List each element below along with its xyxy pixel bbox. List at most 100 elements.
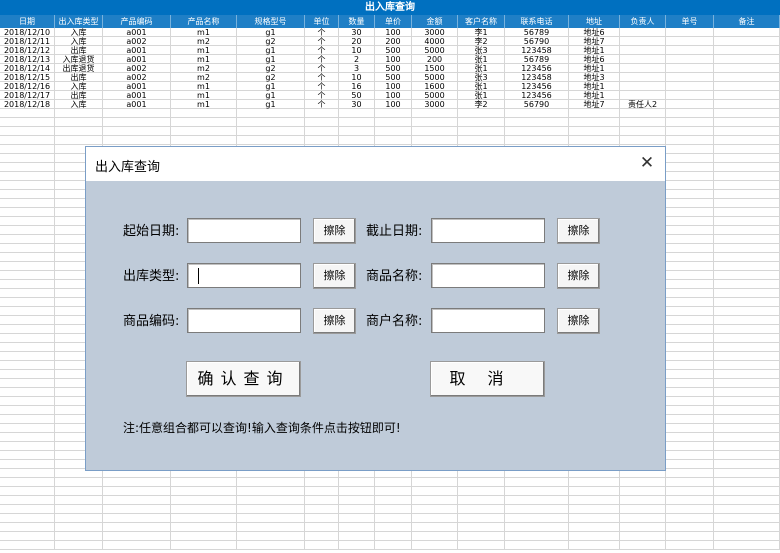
- table-cell[interactable]: 入库: [55, 100, 103, 109]
- table-cell[interactable]: [0, 460, 55, 469]
- table-cell[interactable]: [666, 397, 714, 406]
- table-cell[interactable]: [412, 487, 458, 496]
- table-cell[interactable]: [620, 496, 666, 505]
- table-cell[interactable]: a001: [103, 82, 171, 91]
- table-cell[interactable]: [569, 541, 620, 550]
- table-cell[interactable]: 30: [339, 28, 375, 37]
- table-cell[interactable]: [666, 523, 714, 532]
- table-cell[interactable]: [714, 469, 780, 478]
- table-cell[interactable]: [0, 541, 55, 550]
- table-cell[interactable]: 地址1: [569, 64, 620, 73]
- table-cell[interactable]: m2: [171, 73, 237, 82]
- table-cell[interactable]: [375, 127, 412, 136]
- table-cell[interactable]: [714, 343, 780, 352]
- table-cell[interactable]: g2: [237, 64, 305, 73]
- table-cell[interactable]: [0, 406, 55, 415]
- table-cell[interactable]: m1: [171, 55, 237, 64]
- table-cell[interactable]: [375, 496, 412, 505]
- table-cell[interactable]: 4000: [412, 37, 458, 46]
- end-date-clear-button[interactable]: 擦除: [557, 218, 600, 244]
- table-cell[interactable]: 100: [375, 100, 412, 109]
- table-cell[interactable]: [714, 244, 780, 253]
- table-cell[interactable]: [55, 478, 103, 487]
- table-cell[interactable]: [620, 82, 666, 91]
- table-cell[interactable]: a001: [103, 55, 171, 64]
- customer-name-input[interactable]: [431, 308, 545, 333]
- table-cell[interactable]: [666, 514, 714, 523]
- table-cell[interactable]: [620, 487, 666, 496]
- table-cell[interactable]: [666, 172, 714, 181]
- table-cell[interactable]: [375, 118, 412, 127]
- table-cell[interactable]: [714, 82, 780, 91]
- table-cell[interactable]: [666, 505, 714, 514]
- table-cell[interactable]: [55, 136, 103, 145]
- close-icon[interactable]: ✕: [637, 153, 657, 173]
- table-cell[interactable]: [0, 424, 55, 433]
- table-cell[interactable]: [666, 388, 714, 397]
- table-cell[interactable]: [620, 127, 666, 136]
- start-date-input[interactable]: [187, 218, 301, 243]
- table-cell[interactable]: [0, 145, 55, 154]
- table-cell[interactable]: 个: [305, 91, 339, 100]
- table-cell[interactable]: [171, 523, 237, 532]
- table-cell[interactable]: [620, 55, 666, 64]
- table-cell[interactable]: [666, 406, 714, 415]
- table-cell[interactable]: 李2: [458, 37, 505, 46]
- table-cell[interactable]: [375, 109, 412, 118]
- table-cell[interactable]: [412, 109, 458, 118]
- table-cell[interactable]: a002: [103, 73, 171, 82]
- table-cell[interactable]: 入库退货: [55, 55, 103, 64]
- table-cell[interactable]: [666, 442, 714, 451]
- table-cell[interactable]: 3: [339, 64, 375, 73]
- table-cell[interactable]: [666, 28, 714, 37]
- table-cell[interactable]: [505, 514, 569, 523]
- table-cell[interactable]: 5000: [412, 46, 458, 55]
- table-cell[interactable]: [505, 487, 569, 496]
- table-cell[interactable]: [103, 532, 171, 541]
- table-cell[interactable]: m1: [171, 82, 237, 91]
- table-cell[interactable]: [0, 316, 55, 325]
- table-cell[interactable]: [103, 478, 171, 487]
- table-cell[interactable]: [714, 127, 780, 136]
- table-cell[interactable]: [714, 496, 780, 505]
- table-cell[interactable]: [305, 118, 339, 127]
- table-cell[interactable]: [171, 109, 237, 118]
- table-cell[interactable]: [714, 451, 780, 460]
- table-cell[interactable]: [0, 181, 55, 190]
- table-cell[interactable]: [458, 532, 505, 541]
- table-cell[interactable]: [620, 64, 666, 73]
- table-cell[interactable]: g1: [237, 46, 305, 55]
- table-cell[interactable]: 李1: [458, 28, 505, 37]
- table-cell[interactable]: 123456: [505, 64, 569, 73]
- table-cell[interactable]: 出库退货: [55, 64, 103, 73]
- table-cell[interactable]: [666, 478, 714, 487]
- table-cell[interactable]: [103, 127, 171, 136]
- product-name-clear-button[interactable]: 擦除: [557, 263, 600, 289]
- table-cell[interactable]: [237, 136, 305, 145]
- table-cell[interactable]: [339, 109, 375, 118]
- table-cell[interactable]: a001: [103, 46, 171, 55]
- table-cell[interactable]: [55, 127, 103, 136]
- table-cell[interactable]: 56789: [505, 55, 569, 64]
- table-cell[interactable]: [237, 127, 305, 136]
- table-cell[interactable]: 张1: [458, 82, 505, 91]
- table-cell[interactable]: [171, 514, 237, 523]
- table-cell[interactable]: [0, 370, 55, 379]
- table-cell[interactable]: g1: [237, 55, 305, 64]
- column-header[interactable]: 金额: [412, 15, 458, 28]
- table-cell[interactable]: [305, 136, 339, 145]
- table-cell[interactable]: [458, 487, 505, 496]
- table-cell[interactable]: [339, 523, 375, 532]
- table-cell[interactable]: [171, 127, 237, 136]
- table-cell[interactable]: [569, 514, 620, 523]
- table-cell[interactable]: [714, 55, 780, 64]
- column-header[interactable]: 单号: [666, 15, 714, 28]
- table-cell[interactable]: [0, 514, 55, 523]
- start-date-clear-button[interactable]: 擦除: [313, 218, 356, 244]
- table-cell[interactable]: [412, 136, 458, 145]
- table-cell[interactable]: 地址7: [569, 100, 620, 109]
- column-header[interactable]: 联系电话: [505, 15, 569, 28]
- table-cell[interactable]: [666, 100, 714, 109]
- table-cell[interactable]: [714, 181, 780, 190]
- table-cell[interactable]: 个: [305, 82, 339, 91]
